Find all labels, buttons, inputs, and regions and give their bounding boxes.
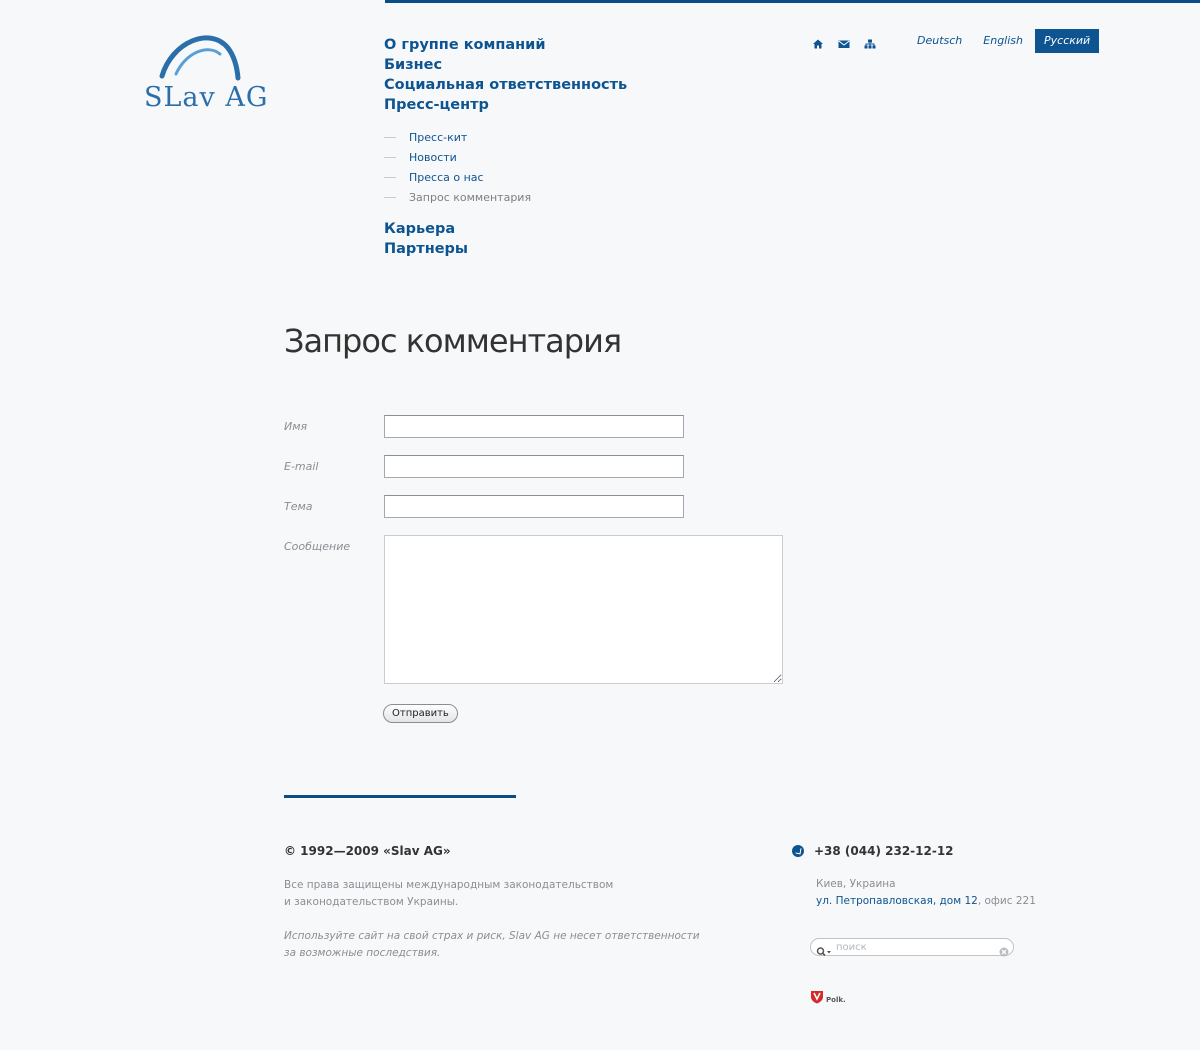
polk-label: Polk. [826,996,846,1004]
home-icon[interactable] [812,35,824,49]
submit-button[interactable]: Отправить [383,704,458,723]
nav-item-career[interactable]: Карьера [384,219,627,239]
top-accent-bar [385,0,1200,3]
lang-deutsch[interactable]: Deutsch [908,29,971,53]
utility-icons [812,35,876,49]
subnav-item-comment-request: Запрос комментария [384,187,627,207]
clear-search-icon[interactable] [999,942,1009,957]
nav-item-social[interactable]: Социальная ответственность [384,75,627,95]
subnav-dash [384,176,396,178]
subject-field[interactable] [384,495,684,518]
main-navigation: О группе компаний Бизнес Социальная отве… [384,35,627,259]
subnav-dash [384,156,396,158]
subnav-item-label: Пресс-кит [409,130,468,144]
search-input[interactable] [836,940,986,954]
subnav-dash [384,136,396,138]
subnav-dash [384,196,396,198]
polk-logo-icon [811,991,823,1004]
name-label: Имя [284,420,308,433]
disclaimer-text: Используйте сайт на свой страх и риск, S… [284,928,704,962]
rights-text: Все права защищены международным законод… [284,877,624,911]
logo-arc-icon [159,35,241,81]
copyright: © 1992—2009 «Slav AG» [284,844,451,858]
phone-icon [792,845,804,857]
email-field[interactable] [384,455,684,478]
rights-line-2: и законодательством Украины. [284,896,459,908]
footer-divider [284,795,516,798]
subnav-item-label: Запрос комментария [409,190,532,204]
logo-text: SLav AG [144,82,269,113]
subnav-item-label: Пресса о нас [409,170,484,184]
mail-icon[interactable] [838,35,850,48]
lang-english[interactable]: English [974,29,1032,53]
lang-russian[interactable]: Русский [1035,29,1100,53]
nav-item-business[interactable]: Бизнес [384,55,627,75]
subnav-item-label: Новости [409,150,457,164]
subnav-item-news[interactable]: Новости [384,147,627,167]
email-label: E-mail [284,460,319,473]
disclaimer-line-1: Используйте сайт на свой страх и риск, S… [284,930,700,942]
page-title: Запрос комментария [284,322,622,360]
nav-item-press-center[interactable]: Пресс-центр [384,95,627,115]
nav-item-about[interactable]: О группе компаний [384,35,627,55]
message-field[interactable] [384,535,783,684]
search-icon[interactable] [816,942,831,957]
phone-number: +38 (044) 232-12-12 [814,844,954,858]
subject-label: Тема [284,500,313,513]
nav-item-partners[interactable]: Партнеры [384,239,627,259]
rights-line-1: Все права защищены международным законод… [284,879,614,891]
name-field[interactable] [384,415,684,438]
search-box [810,938,1014,957]
sitemap-icon[interactable] [864,35,876,49]
address-link[interactable]: ул. Петропавловская, дом 12 [816,895,978,907]
polk-credit[interactable]: Polk. [810,990,846,1004]
press-subnav: Пресс-кит Новости Пресса о нас Запрос ко… [384,127,627,207]
subnav-item-press-about-us[interactable]: Пресса о нас [384,167,627,187]
logo[interactable]: SLav AG [144,30,267,113]
subnav-item-press-kit[interactable]: Пресс-кит [384,127,627,147]
disclaimer-line-2: за возможные последствия. [284,947,441,959]
address-office: , офис 221 [977,895,1036,907]
address: ул. Петропавловская, дом 12, офис 221 [816,895,1036,907]
language-switcher: Deutsch English Русский [908,29,1102,53]
city: Киев, Украина [816,878,896,890]
message-label: Сообщение [284,540,351,553]
